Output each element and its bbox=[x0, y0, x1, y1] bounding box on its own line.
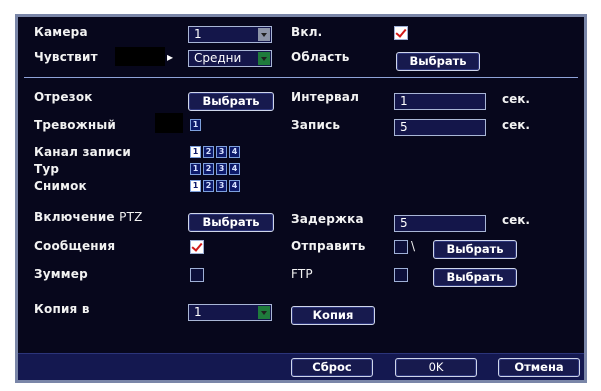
delay-input[interactable]: 5 bbox=[394, 215, 486, 232]
buzzer-label: Зуммер bbox=[34, 267, 88, 281]
chevron-down-icon bbox=[258, 306, 270, 319]
period-select-button[interactable]: Выбрать bbox=[188, 92, 274, 111]
record-channel-cell-4[interactable]: 4 bbox=[229, 146, 240, 158]
snapshot-cell-1[interactable]: 1 bbox=[190, 180, 201, 192]
sensitivity-value: Средни bbox=[194, 51, 242, 65]
snapshot-cells: 1 2 3 4 bbox=[190, 180, 240, 192]
chevron-down-icon bbox=[258, 52, 270, 65]
ptz-label: Включение PTZ bbox=[34, 210, 143, 224]
record-channel-cell-3[interactable]: 3 bbox=[216, 146, 227, 158]
redaction-block bbox=[155, 113, 183, 133]
ftp-checkbox[interactable] bbox=[394, 268, 408, 282]
tour-cell-3[interactable]: 3 bbox=[216, 163, 227, 175]
sensitivity-label: Чувствит bbox=[34, 50, 98, 64]
snapshot-cell-3[interactable]: 3 bbox=[216, 180, 227, 192]
divider bbox=[24, 77, 578, 78]
cancel-button[interactable]: Отмена bbox=[498, 358, 580, 377]
copy-to-select[interactable]: 1 bbox=[188, 304, 272, 321]
tour-label: Тур bbox=[34, 162, 60, 176]
interval-label: Интервал bbox=[291, 90, 360, 104]
ok-button[interactable]: 0K bbox=[395, 358, 477, 377]
snapshot-cell-4[interactable]: 4 bbox=[229, 180, 240, 192]
alarm-output-cells: 1 bbox=[190, 119, 201, 131]
enable-checkbox[interactable] bbox=[394, 26, 408, 40]
ptz-label-main: Включение bbox=[34, 210, 115, 224]
record-channel-label: Канал записи bbox=[34, 145, 131, 159]
messages-checkbox[interactable] bbox=[190, 240, 204, 254]
record-channel-cell-2[interactable]: 2 bbox=[203, 146, 214, 158]
buzzer-checkbox[interactable] bbox=[190, 268, 204, 282]
record-channel-cells: 1 2 3 4 bbox=[190, 146, 240, 158]
enable-label: Вкл. bbox=[291, 25, 323, 39]
record-label: Запись bbox=[291, 118, 341, 132]
camera-select[interactable]: 1 bbox=[188, 26, 272, 43]
ptz-label-suffix: PTZ bbox=[119, 210, 143, 224]
alarm-output-cell[interactable]: 1 bbox=[190, 119, 201, 131]
snapshot-label: Снимок bbox=[34, 179, 87, 193]
reset-button[interactable]: Сброс bbox=[291, 358, 373, 377]
alarm-output-label: Тревожный bbox=[34, 118, 117, 132]
delay-label: Задержка bbox=[291, 212, 364, 226]
delay-unit: сек. bbox=[502, 213, 530, 227]
motion-detection-panel: Камера 1 Вкл. Чувствит ▸ Средни Область … bbox=[15, 14, 587, 383]
tour-cell-2[interactable]: 2 bbox=[203, 163, 214, 175]
send-suffix: \ bbox=[411, 239, 416, 253]
tour-cells: 1 2 3 4 bbox=[190, 163, 240, 175]
camera-label: Камера bbox=[34, 25, 88, 39]
tour-cell-1[interactable]: 1 bbox=[190, 163, 201, 175]
send-select-button[interactable]: Выбрать bbox=[433, 240, 517, 259]
tour-cell-4[interactable]: 4 bbox=[229, 163, 240, 175]
arrow-right-icon: ▸ bbox=[167, 50, 174, 64]
ptz-select-button[interactable]: Выбрать bbox=[188, 213, 274, 232]
record-channel-cell-1[interactable]: 1 bbox=[190, 146, 201, 158]
ftp-select-button[interactable]: Выбрать bbox=[433, 268, 517, 287]
copy-to-value: 1 bbox=[194, 305, 202, 319]
footer-bar: Сброс 0K Отмена bbox=[18, 353, 584, 380]
send-label: Отправить bbox=[291, 239, 366, 253]
copy-button[interactable]: Копия bbox=[291, 306, 375, 325]
ftp-label: FTP bbox=[291, 267, 313, 281]
redaction-block bbox=[115, 47, 165, 66]
region-label: Область bbox=[291, 50, 350, 64]
interval-unit: сек. bbox=[502, 92, 530, 106]
camera-value: 1 bbox=[194, 27, 202, 41]
snapshot-cell-2[interactable]: 2 bbox=[203, 180, 214, 192]
send-checkbox[interactable] bbox=[394, 240, 408, 254]
region-select-button[interactable]: Выбрать bbox=[396, 52, 480, 71]
record-unit: сек. bbox=[502, 118, 530, 132]
chevron-down-icon bbox=[258, 28, 270, 41]
copy-to-label: Копия в bbox=[34, 302, 90, 316]
sensitivity-select[interactable]: Средни bbox=[188, 50, 272, 67]
period-label: Отрезок bbox=[34, 90, 93, 104]
record-input[interactable]: 5 bbox=[394, 119, 486, 136]
interval-input[interactable]: 1 bbox=[394, 93, 486, 110]
messages-label: Сообщения bbox=[34, 239, 116, 253]
